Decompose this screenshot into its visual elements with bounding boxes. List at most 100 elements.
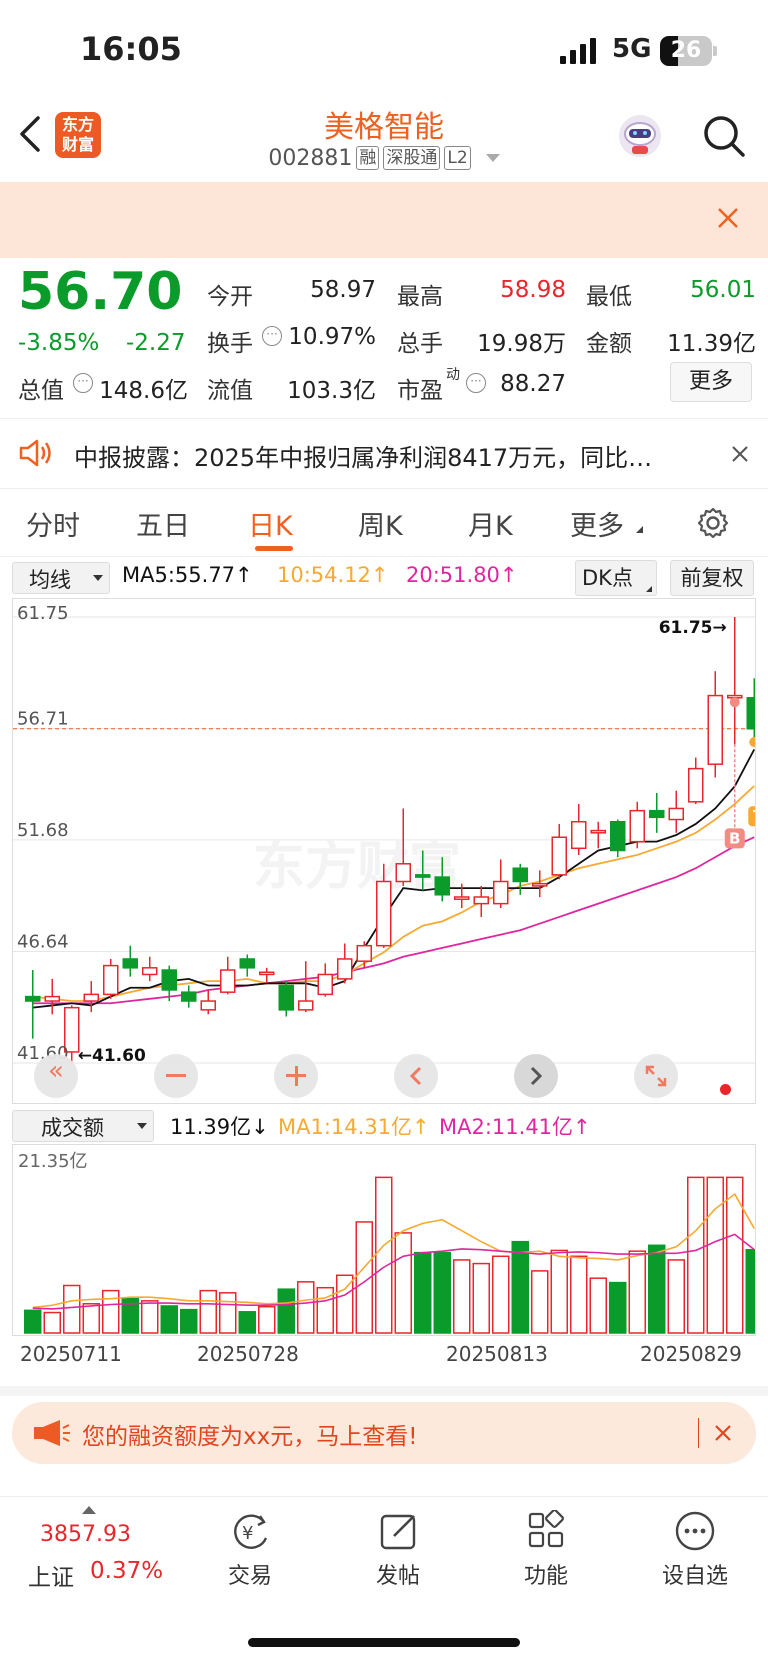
financing-promo[interactable]: 您的融资额度为xx元，马上查看! <box>12 1402 756 1464</box>
scroll-right-button[interactable] <box>514 1054 558 1098</box>
volume-bar <box>706 1176 724 1334</box>
candle-body <box>298 1000 314 1011</box>
candle-body <box>688 767 704 803</box>
candle-body <box>493 880 509 905</box>
tag-connect: 深股通 <box>383 146 441 170</box>
volume-bar <box>238 1311 256 1334</box>
kline-chart[interactable]: 东方财富 BT 61.7556.7151.6846.6441.6061.75→←… <box>12 598 756 1104</box>
change-percent: -3.85% <box>18 330 100 356</box>
corner-triangle-icon <box>646 586 652 592</box>
candle-body <box>610 820 626 852</box>
more-button[interactable]: 更多 <box>670 362 752 402</box>
volume-bar <box>433 1251 451 1334</box>
candle-body <box>317 973 333 996</box>
info-icon[interactable]: ··· <box>262 326 282 346</box>
zoom-out-button[interactable] <box>154 1054 198 1098</box>
tab-more[interactable]: 更多 <box>570 504 624 543</box>
post-edit-icon[interactable] <box>378 1510 420 1552</box>
scroll-left-button[interactable] <box>394 1054 438 1098</box>
current-price: 56.70 <box>18 262 183 322</box>
chevron-down-icon[interactable] <box>485 154 500 162</box>
indicator-select[interactable]: 均线 <box>12 562 110 594</box>
volume-bar <box>297 1281 315 1334</box>
functions-grid-icon[interactable] <box>526 1510 568 1552</box>
megaphone-icon <box>34 1420 70 1446</box>
zoom-in-button[interactable] <box>274 1054 318 1098</box>
vol_ma1-line <box>32 1192 755 1309</box>
candle-body <box>278 984 294 1011</box>
promo-text: 您的融资额度为xx元，马上查看! <box>82 1424 418 1450</box>
volume-bar <box>570 1255 588 1334</box>
index-name[interactable]: 上证 <box>28 1558 74 1592</box>
expand-up-icon[interactable] <box>82 1506 96 1514</box>
dk-point-button[interactable]: DK点 <box>575 560 657 596</box>
status-bar: 16:05 5G 26 <box>0 0 768 100</box>
ma10-value: 10:54.12↑ <box>277 563 389 587</box>
status-time: 16:05 <box>80 30 182 68</box>
toolbar-add-watchlist[interactable]: 设自选 <box>645 1558 745 1590</box>
candle-body <box>220 969 236 993</box>
robot-assistant-icon[interactable] <box>616 112 664 160</box>
volume-bar <box>316 1286 334 1334</box>
date-label: 20250813 <box>446 1342 548 1366</box>
divider <box>0 556 768 557</box>
volume-bar <box>199 1289 217 1334</box>
adjustment-button[interactable]: 前复权 <box>670 560 754 596</box>
tab-intraday[interactable]: 分时 <box>26 504 80 543</box>
price-axis-label: 51.68 <box>17 820 69 841</box>
search-icon[interactable] <box>702 114 746 158</box>
date-label: 20250829 <box>640 1342 742 1366</box>
notice-text[interactable]: 中报披露：2025年中报归属净利润8417万元，同比… <box>74 438 694 473</box>
amount-value: 11.39亿 <box>667 331 756 357</box>
corner-triangle-icon <box>636 526 643 533</box>
volume-bar <box>82 1303 100 1334</box>
toolbar-functions[interactable]: 功能 <box>496 1558 596 1590</box>
settings-gear-icon[interactable] <box>696 506 730 540</box>
tab-five-day[interactable]: 五日 <box>136 504 190 543</box>
tab-daily-k[interactable]: 日K <box>248 504 293 543</box>
volume-label: 总手 <box>397 331 443 357</box>
volume-bar <box>394 1232 412 1334</box>
index-percent[interactable]: 0.37% <box>90 1558 163 1584</box>
divider <box>0 488 768 489</box>
vol-ma1-value: MA1:14.31亿↑ <box>278 1115 430 1139</box>
candle-body <box>532 882 548 887</box>
trade-icon[interactable]: ¥ <box>230 1512 272 1552</box>
max-price-marker: 61.75→ <box>659 618 727 638</box>
float-label: 流值 <box>207 378 253 404</box>
volume-chart[interactable]: 21.35亿 <box>12 1144 756 1336</box>
min-price-marker: ←41.60 <box>78 1046 146 1066</box>
expand-icon[interactable] <box>634 1054 678 1098</box>
date-label: 20250728 <box>197 1342 299 1366</box>
candle-body <box>200 1000 216 1011</box>
candle-body <box>434 876 450 896</box>
tab-weekly-k[interactable]: 周K <box>358 504 403 543</box>
scroll-left-fast-button[interactable]: « <box>34 1054 78 1098</box>
volume-value: 19.98万 <box>477 331 566 357</box>
stock-code: 002881 <box>268 146 353 171</box>
volume-bar <box>102 1289 120 1334</box>
watermark: 东方财富 <box>253 838 461 896</box>
high-value: 58.98 <box>500 277 566 303</box>
promo-close-icon[interactable] <box>714 1424 732 1442</box>
candle-body <box>512 867 528 883</box>
info-icon[interactable]: ··· <box>466 373 486 393</box>
volume-indicator-select[interactable]: 成交额 <box>12 1110 154 1142</box>
banner-close-icon[interactable] <box>716 206 740 230</box>
volume-bar <box>648 1244 666 1334</box>
candle-body <box>161 969 177 991</box>
toolbar-trade[interactable]: 交易 <box>200 1558 300 1590</box>
index-value[interactable]: 3857.93 <box>40 1522 131 1547</box>
more-dots-icon[interactable] <box>674 1510 716 1552</box>
pe-value: 88.27 <box>500 371 566 397</box>
volume-axis-top: 21.35亿 <box>18 1151 88 1172</box>
notice-close-icon[interactable] <box>731 445 749 463</box>
toolbar-post[interactable]: 发帖 <box>348 1558 448 1590</box>
tab-monthly-k[interactable]: 月K <box>468 504 513 543</box>
volume-bar <box>141 1300 159 1334</box>
price-axis-label: 56.71 <box>17 709 69 730</box>
candle-body <box>571 820 587 850</box>
volume-bar <box>160 1305 178 1334</box>
candle-body <box>454 896 470 900</box>
candle-body <box>649 809 665 819</box>
